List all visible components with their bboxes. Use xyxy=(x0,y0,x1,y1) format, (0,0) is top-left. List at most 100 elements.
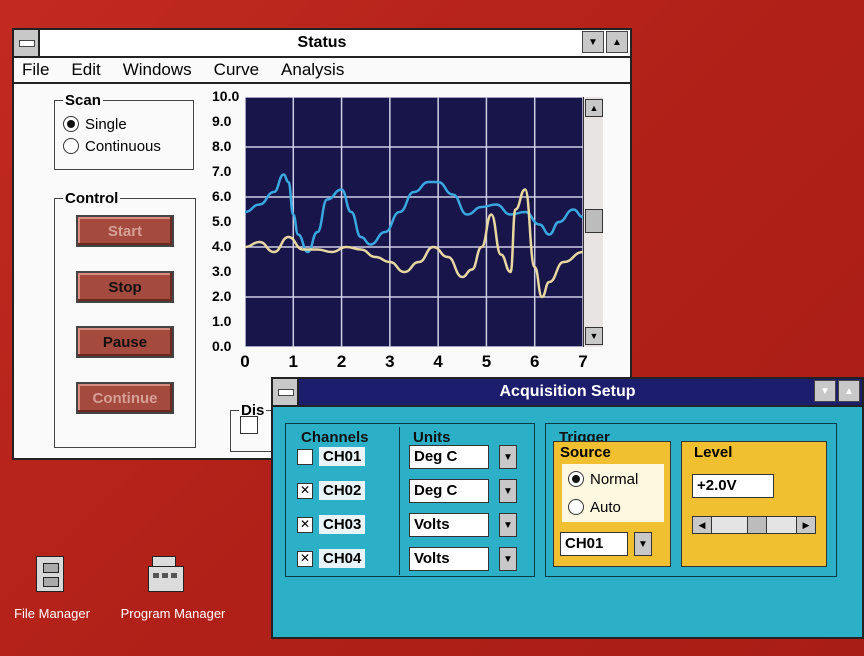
x-tick-label: 6 xyxy=(529,352,540,371)
maximize-icon[interactable]: ▲ xyxy=(606,31,628,53)
program-manager-label[interactable]: Program Manager xyxy=(108,606,238,621)
scroll-up-icon[interactable]: ▲ xyxy=(585,99,603,117)
radio-empty-icon xyxy=(63,138,79,154)
menu-windows[interactable]: Windows xyxy=(115,60,192,80)
source-normal-radio[interactable]: Normal xyxy=(568,468,664,490)
channel-checkbox-ch01[interactable]: CH01 xyxy=(297,447,366,466)
control-legend: Control xyxy=(65,190,119,207)
source-panel: Source Normal Auto CH01 ▼ xyxy=(553,441,671,567)
checkbox-checked-icon: ✕ xyxy=(297,516,313,533)
y-tick-label: 7.0 xyxy=(212,163,232,179)
menu-analysis[interactable]: Analysis xyxy=(273,60,344,80)
system-menu-icon[interactable] xyxy=(14,30,40,56)
level-panel: Level +2.0V ◀ ▶ xyxy=(681,441,827,567)
source-channel-select[interactable]: CH01 xyxy=(560,532,628,556)
scan-continuous-radio[interactable]: Continuous xyxy=(63,135,193,157)
radio-selected-icon xyxy=(63,116,79,132)
y-tick-label: 4.0 xyxy=(212,238,232,254)
channels-divider xyxy=(399,427,400,575)
units-legend: Units xyxy=(413,429,451,446)
scroll-down-icon[interactable]: ▼ xyxy=(585,327,603,345)
channels-legend: Channels xyxy=(301,429,369,446)
y-tick-label: 5.0 xyxy=(212,213,232,229)
y-tick-label: 3.0 xyxy=(212,263,232,279)
dropdown-arrow-icon[interactable]: ▼ xyxy=(634,532,652,556)
y-tick-label: 2.0 xyxy=(212,288,232,304)
x-tick-label: 3 xyxy=(385,352,395,371)
y-tick-label: 1.0 xyxy=(212,313,232,329)
dropdown-arrow-icon[interactable]: ▼ xyxy=(499,479,517,503)
radio-empty-icon xyxy=(568,499,584,515)
display-checkbox[interactable] xyxy=(240,416,258,434)
channel-checkbox-ch02[interactable]: ✕ CH02 xyxy=(297,481,366,500)
series-line-2 xyxy=(244,188,584,299)
radio-selected-icon xyxy=(568,471,584,487)
scan-single-label: Single xyxy=(85,115,127,133)
file-manager-label[interactable]: File Manager xyxy=(4,606,100,621)
dropdown-arrow-icon[interactable]: ▼ xyxy=(499,445,517,469)
level-input[interactable]: +2.0V xyxy=(692,474,774,498)
status-menubar: File Edit Windows Curve Analysis xyxy=(14,58,630,84)
level-slider[interactable]: ◀ ▶ xyxy=(692,516,816,534)
source-auto-label: Auto xyxy=(590,498,621,516)
series-line-1 xyxy=(244,173,584,254)
y-tick-label: 8.0 xyxy=(212,138,232,154)
file-manager-icon[interactable] xyxy=(36,556,64,592)
stop-button[interactable]: Stop xyxy=(76,271,174,303)
menu-file[interactable]: File xyxy=(14,60,49,80)
menu-curve[interactable]: Curve xyxy=(206,60,259,80)
x-tick-label: 0 xyxy=(240,352,250,371)
scan-continuous-label: Continuous xyxy=(85,137,161,155)
x-tick-label: 7 xyxy=(578,352,588,371)
x-tick-label: 5 xyxy=(481,352,492,371)
plot-area xyxy=(244,96,584,348)
checkbox-empty-icon xyxy=(297,448,313,465)
unit-select-ch04[interactable]: Volts xyxy=(409,547,489,571)
channel-checkbox-ch03[interactable]: ✕ CH03 xyxy=(297,515,366,534)
channel-label: CH02 xyxy=(319,481,366,500)
acq-title: Acquisition Setup xyxy=(499,383,636,400)
checkbox-checked-icon: ✕ xyxy=(297,482,313,499)
minimize-icon[interactable]: ▼ xyxy=(582,31,604,53)
chart-scrollbar[interactable]: ▲ ▼ xyxy=(583,97,603,347)
x-tick-label: 4 xyxy=(433,352,443,371)
y-tick-label: 9.0 xyxy=(212,113,232,129)
source-auto-radio[interactable]: Auto xyxy=(568,496,664,518)
status-titlebar[interactable]: Status ▼ ▲ xyxy=(14,30,630,58)
program-manager-icon[interactable] xyxy=(148,556,188,592)
scroll-thumb[interactable] xyxy=(585,209,603,233)
checkbox-checked-icon: ✕ xyxy=(297,550,313,567)
menu-edit[interactable]: Edit xyxy=(63,60,100,80)
slider-thumb[interactable] xyxy=(747,517,767,533)
scan-single-radio[interactable]: Single xyxy=(63,113,193,135)
y-tick-label: 10.0 xyxy=(212,88,240,104)
source-options-box: Normal Auto xyxy=(562,464,664,522)
scan-legend: Scan xyxy=(65,92,101,109)
x-tick-label: 1 xyxy=(288,352,299,371)
maximize-icon[interactable]: ▲ xyxy=(838,380,860,402)
unit-select-ch01[interactable]: Deg C xyxy=(409,445,489,469)
line-chart xyxy=(244,96,584,348)
x-tick-label: 2 xyxy=(336,352,347,371)
system-menu-icon[interactable] xyxy=(273,379,299,405)
continue-button[interactable]: Continue xyxy=(76,382,174,414)
level-legend: Level xyxy=(694,444,733,461)
source-normal-label: Normal xyxy=(590,470,639,488)
minimize-icon[interactable]: ▼ xyxy=(814,380,836,402)
source-legend: Source xyxy=(560,444,611,461)
status-title: Status xyxy=(297,34,347,51)
unit-select-ch03[interactable]: Volts xyxy=(409,513,489,537)
unit-select-ch02[interactable]: Deg C xyxy=(409,479,489,503)
channel-label: CH03 xyxy=(319,515,366,534)
dropdown-arrow-icon[interactable]: ▼ xyxy=(499,513,517,537)
channel-label: CH04 xyxy=(319,549,366,568)
pause-button[interactable]: Pause xyxy=(76,326,174,358)
channel-label: CH01 xyxy=(319,447,366,466)
channel-checkbox-ch04[interactable]: ✕ CH04 xyxy=(297,549,366,568)
dropdown-arrow-icon[interactable]: ▼ xyxy=(499,547,517,571)
slider-left-icon[interactable]: ◀ xyxy=(693,517,712,533)
start-button[interactable]: Start xyxy=(76,215,174,247)
slider-right-icon[interactable]: ▶ xyxy=(796,517,815,533)
y-tick-label: 6.0 xyxy=(212,188,232,204)
acq-titlebar[interactable]: Acquisition Setup ▼ ▲ xyxy=(273,379,862,407)
